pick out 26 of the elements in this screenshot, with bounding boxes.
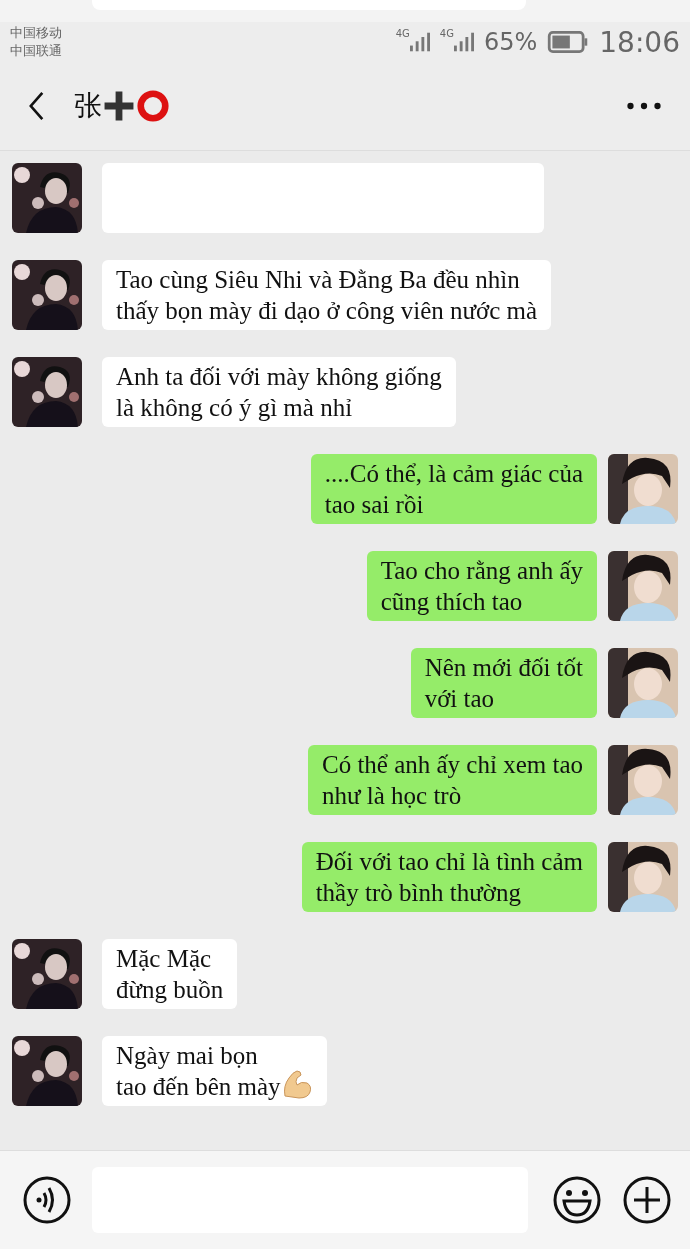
- signal-icon: [409, 32, 430, 52]
- message-bubble: Có thể anh ấy chỉ xem tao như là học trò: [307, 745, 597, 815]
- carrier-name: 中国移动: [10, 24, 62, 42]
- battery-percent: 65%: [483, 28, 538, 56]
- message-bubble: Tao cùng Siêu Nhi và Đằng Ba đều nhìn thấy bọn mày đi dạo ở công viên nước mà: [102, 260, 552, 330]
- emoji-icon[interactable]: [552, 1175, 602, 1225]
- message-bubble: Anh ta đối với mày không giống là không có ý gì mà nhỉ: [102, 357, 456, 427]
- back-icon[interactable]: [28, 91, 46, 121]
- message-bubble: ....Có thể, là cảm giác của tao sai rồi: [310, 454, 597, 524]
- chat-title: 张: [74, 88, 102, 124]
- plus-icon: [102, 89, 136, 123]
- network-type: 4G: [439, 28, 454, 39]
- plus-icon[interactable]: [622, 1175, 672, 1225]
- carrier-name: 中国联通: [10, 42, 62, 60]
- message-bubble: Tao cho rằng anh ấy cũng thích tao: [366, 551, 597, 621]
- clock: 18:06: [599, 25, 680, 59]
- message-bubble: Mặc Mặc đừng buồn: [102, 939, 238, 1009]
- message-bubble: Ngày mai bọn tao đến bên mày: [102, 1036, 327, 1106]
- more-icon[interactable]: [626, 101, 662, 111]
- message-bubble: Nên mới đối tốt với tao: [410, 648, 597, 718]
- signal-icon: [453, 32, 474, 52]
- message-bubble: Đối với tao chỉ là tình cảm thầy trò bình thường: [301, 842, 597, 912]
- voice-icon[interactable]: [22, 1175, 72, 1225]
- ring-icon: [136, 89, 170, 123]
- network-type: 4G: [395, 28, 410, 39]
- battery-icon: [547, 31, 590, 53]
